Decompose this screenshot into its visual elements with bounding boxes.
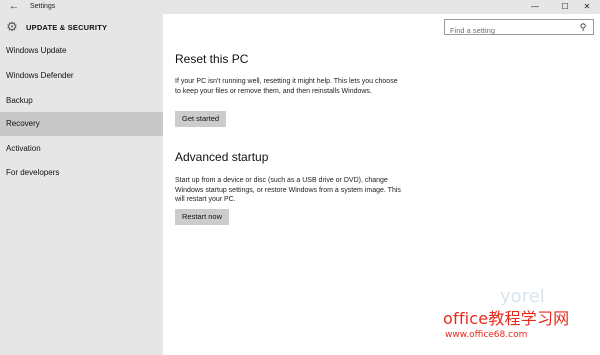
back-arrow-icon[interactable]: ← bbox=[6, 0, 22, 14]
gear-icon: ⚙ bbox=[6, 19, 18, 34]
sidebar-item-backup[interactable]: Backup bbox=[0, 89, 163, 113]
search-box: ⚲ bbox=[444, 19, 594, 38]
window-title: Settings bbox=[30, 3, 56, 10]
restart-now-button[interactable]: Restart now bbox=[175, 209, 230, 225]
watermark-url: www.office68.com bbox=[445, 330, 528, 340]
search-icon[interactable]: ⚲ bbox=[577, 21, 589, 33]
sidebar-item-recovery[interactable]: Recovery bbox=[0, 112, 163, 136]
watermark-ghost-text: yorel bbox=[500, 286, 545, 307]
minimize-icon[interactable]: — bbox=[520, 0, 550, 14]
close-icon[interactable]: ✕ bbox=[572, 0, 600, 14]
section-title: UPDATE & SECURITY bbox=[26, 23, 108, 32]
search-input[interactable] bbox=[445, 23, 573, 38]
sidebar: ⚙ UPDATE & SECURITY Windows Update Windo… bbox=[0, 14, 163, 355]
get-started-button[interactable]: Get started bbox=[175, 111, 227, 127]
advanced-startup-heading: Advanced startup bbox=[175, 150, 269, 164]
sidebar-item-activation[interactable]: Activation bbox=[0, 137, 163, 161]
watermark-title: office教程学习网 bbox=[443, 309, 570, 328]
sidebar-item-windows-defender[interactable]: Windows Defender bbox=[0, 64, 163, 88]
sidebar-item-for-developers[interactable]: For developers bbox=[0, 161, 163, 185]
sidebar-item-windows-update[interactable]: Windows Update bbox=[0, 39, 163, 63]
reset-heading: Reset this PC bbox=[175, 52, 249, 66]
advanced-startup-description: Start up from a device or disc (such as … bbox=[175, 177, 401, 203]
reset-description: If your PC isn't running well, resetting… bbox=[175, 78, 398, 95]
title-bar: ← Settings — ☐ ✕ bbox=[0, 0, 600, 14]
sidebar-header: ⚙ UPDATE & SECURITY bbox=[0, 14, 163, 42]
